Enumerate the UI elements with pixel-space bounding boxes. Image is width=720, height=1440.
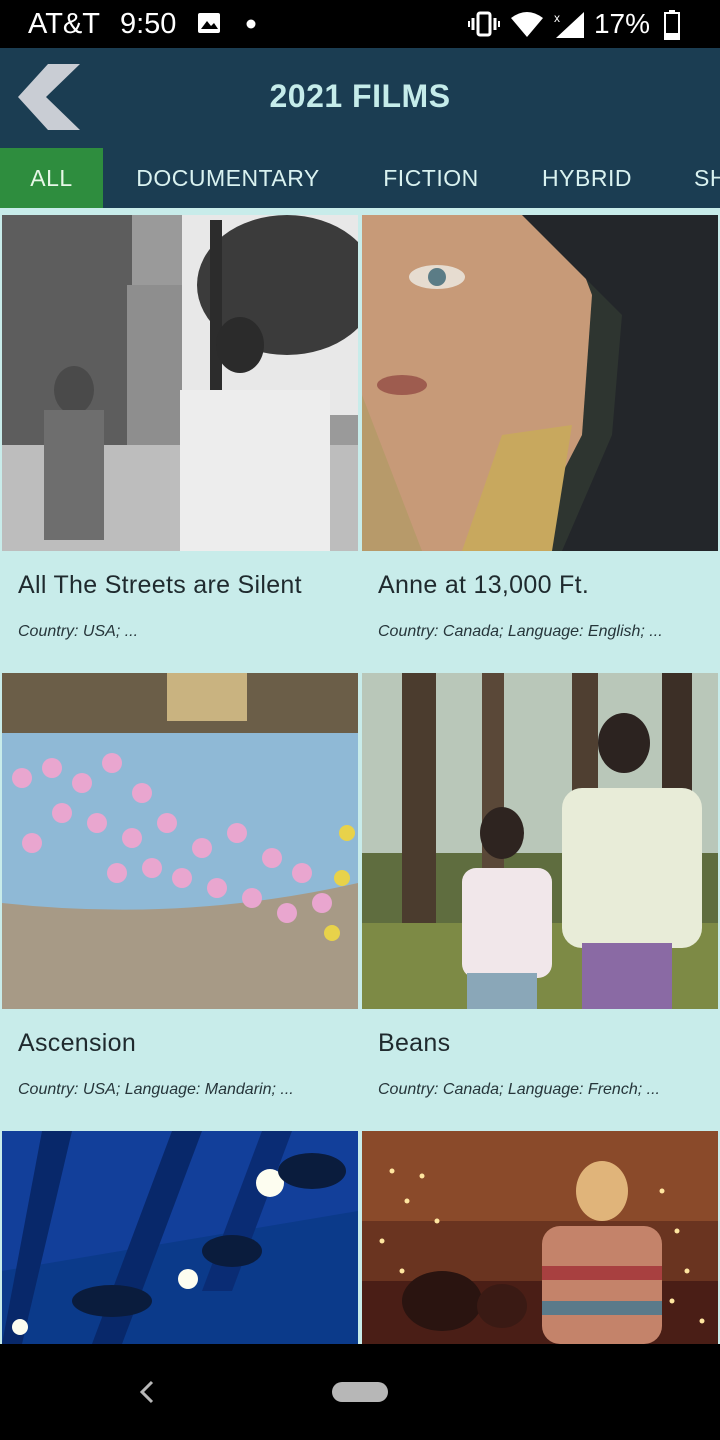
battery-icon [664,10,692,40]
nav-home-pill[interactable] [332,1382,388,1402]
clock: 9:50 [119,7,177,40]
nav-back-icon[interactable] [136,1374,160,1410]
tab-all[interactable]: ALL [0,148,103,208]
film-meta: Country: Canada; Language: English; ... [378,623,663,640]
dot-icon [244,10,272,38]
category-tabs: ALL DOCUMENTARY FICTION HYBRID SH [0,148,720,208]
carrier-label: AT&T [28,7,100,40]
film-thumbnail[interactable] [362,215,718,551]
status-bar: AT&T 9:50 x 17% [0,0,720,48]
wifi-icon [510,10,543,38]
film-card[interactable]: Beans Country: Canada; Language: French;… [362,673,718,1129]
film-meta: Country: Canada; Language: French; ... [378,1081,660,1098]
film-thumbnail[interactable] [2,673,358,1009]
svg-text:x: x [554,11,560,25]
film-thumbnail[interactable] [2,215,358,551]
film-meta: Country: USA; Language: Mandarin; ... [18,1081,294,1098]
tab-documentary[interactable]: DOCUMENTARY [118,148,338,208]
app-header: 2021 FILMS [0,48,720,148]
film-card[interactable]: All The Streets are Silent Country: USA;… [2,215,358,671]
film-grid: All The Streets are Silent Country: USA;… [0,208,720,1344]
vibrate-icon [467,10,500,38]
film-title: All The Streets are Silent [18,571,302,599]
film-thumbnail[interactable] [362,1131,718,1344]
film-card[interactable] [2,1131,358,1344]
tab-fiction[interactable]: FICTION [366,148,496,208]
film-card[interactable] [362,1131,718,1344]
film-title: Anne at 13,000 Ft. [378,571,590,599]
film-meta: Country: USA; ... [18,623,139,640]
battery-percent: 17% [593,8,650,39]
signal-icon: x [552,10,584,38]
tab-hybrid[interactable]: HYBRID [524,148,650,208]
film-title: Ascension [18,1029,137,1057]
film-thumbnail[interactable] [2,1131,358,1344]
film-title: Beans [378,1029,451,1057]
page-title: 2021 FILMS [269,78,451,114]
film-thumbnail[interactable] [362,673,718,1009]
film-card[interactable]: Anne at 13,000 Ft. Country: Canada; Lang… [362,215,718,671]
tab-shorts[interactable]: SH [676,148,720,208]
image-icon [196,10,224,38]
film-card[interactable]: Ascension Country: USA; Language: Mandar… [2,673,358,1129]
